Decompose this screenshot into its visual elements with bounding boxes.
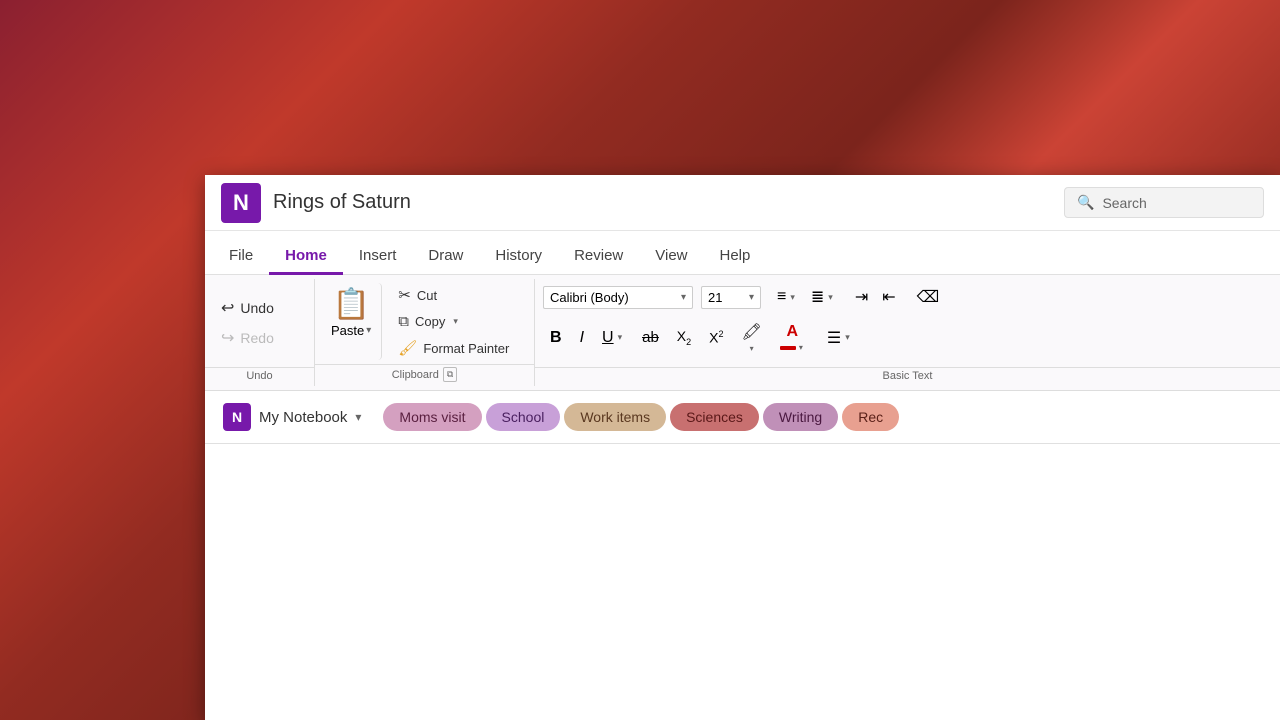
- redo-icon: ↪: [221, 328, 234, 348]
- increase-indent-button[interactable]: ⇥: [849, 283, 874, 311]
- numbered-list-arrow: ▾: [826, 292, 835, 303]
- italic-button[interactable]: I: [573, 326, 591, 350]
- italic-icon: I: [580, 329, 584, 347]
- copy-button[interactable]: ⧉ Copy ▾: [392, 310, 515, 333]
- section-tab-writing[interactable]: Writing: [763, 403, 838, 431]
- basic-text-group: Calibri (Body) ▾ 21 ▾ ≡ ▾: [535, 279, 1280, 386]
- tab-review[interactable]: Review: [558, 239, 639, 275]
- highlight-color-button[interactable]: 🖍 ▾: [735, 319, 769, 356]
- basic-text-group-label: Basic Text: [883, 370, 933, 382]
- section-tab-work-items[interactable]: Work items: [564, 403, 666, 431]
- copy-icon: ⧉: [398, 313, 409, 330]
- copy-label: Copy: [415, 314, 445, 329]
- font-color-dropdown-arrow: ▾: [797, 343, 805, 352]
- font-name-value: Calibri (Body): [550, 290, 677, 305]
- numbered-list-icon: ≣: [811, 287, 824, 307]
- alignment-dropdown-arrow: ▾: [843, 332, 852, 343]
- onenote-window: N Rings of Saturn 🔍 Search File Home Ins…: [205, 175, 1280, 720]
- highlight-icon: 🖍: [742, 322, 762, 342]
- font-color-icon: A: [787, 323, 799, 341]
- notebook-bar: N My Notebook ▾ Moms visit School Work i…: [205, 391, 1280, 444]
- font-name-select[interactable]: Calibri (Body) ▾: [543, 286, 693, 309]
- decrease-indent-button[interactable]: ⇤: [876, 283, 901, 311]
- bold-button[interactable]: B: [543, 326, 569, 350]
- section-tab-rec[interactable]: Rec: [842, 403, 899, 431]
- font-color-button[interactable]: A ▾: [773, 320, 812, 355]
- font-name-dropdown-arrow: ▾: [681, 292, 686, 303]
- bullet-list-icon: ≡: [777, 288, 786, 306]
- font-size-select[interactable]: 21 ▾: [701, 286, 761, 309]
- undo-button[interactable]: ↩ Undo: [213, 294, 282, 322]
- undo-group: ↩ Undo ↪ Redo Undo: [205, 279, 315, 386]
- paste-dropdown-arrow: ▾: [366, 325, 371, 336]
- clear-format-icon: ⌫: [917, 287, 940, 307]
- underline-icon: U: [602, 329, 614, 347]
- highlight-dropdown-arrow: ▾: [748, 344, 756, 353]
- clipboard-group: 📋 Paste ▾ ✂ Cut ⧉ Copy ▾: [315, 279, 535, 386]
- tab-home[interactable]: Home: [269, 239, 343, 275]
- paste-label: Paste: [331, 323, 364, 338]
- undo-icon: ↩: [221, 298, 234, 318]
- superscript-button[interactable]: X2: [702, 326, 730, 349]
- copy-dropdown-arrow: ▾: [451, 316, 460, 327]
- tab-history[interactable]: History: [479, 239, 558, 275]
- tab-view[interactable]: View: [639, 239, 703, 275]
- paste-icon: 📋: [332, 287, 369, 323]
- font-size-value: 21: [708, 290, 745, 305]
- notebook-icon: N: [223, 403, 251, 431]
- strikethrough-icon: ab: [642, 329, 659, 346]
- font-color-indicator: [780, 346, 796, 350]
- tab-insert[interactable]: Insert: [343, 239, 413, 275]
- tab-help[interactable]: Help: [704, 239, 767, 275]
- ribbon-tabs: File Home Insert Draw History Review Vie…: [205, 231, 1280, 275]
- format-painter-label: Format Painter: [423, 341, 509, 356]
- section-tab-moms-visit[interactable]: Moms visit: [383, 403, 481, 431]
- search-box[interactable]: 🔍 Search: [1064, 187, 1264, 218]
- alignment-button[interactable]: ☰ ▾: [820, 325, 859, 351]
- clear-format-button[interactable]: ⌫: [910, 284, 947, 310]
- undo-label: Undo: [240, 300, 273, 316]
- redo-label: Redo: [240, 330, 273, 346]
- search-icon: 🔍: [1077, 194, 1094, 211]
- notebook-dropdown-arrow: ▾: [355, 410, 361, 424]
- strikethrough-button[interactable]: ab: [635, 326, 666, 349]
- section-tab-sciences[interactable]: Sciences: [670, 403, 759, 431]
- section-tab-school[interactable]: School: [486, 403, 561, 431]
- decrease-indent-icon: ⇤: [882, 289, 895, 306]
- subscript-button[interactable]: X2: [670, 325, 698, 350]
- clipboard-expand-button[interactable]: ⧉: [443, 367, 457, 382]
- content-area[interactable]: [205, 444, 1280, 720]
- window-title: Rings of Saturn: [273, 191, 1064, 214]
- onenote-logo: N: [221, 183, 261, 223]
- bold-icon: B: [550, 329, 562, 347]
- cut-button[interactable]: ✂ Cut: [392, 283, 515, 307]
- search-label: Search: [1102, 195, 1146, 211]
- undo-group-label: Undo: [246, 370, 272, 382]
- underline-button[interactable]: U ▾: [595, 326, 631, 350]
- format-painter-icon: 🖌: [398, 339, 417, 357]
- tab-file[interactable]: File: [213, 239, 269, 275]
- cut-icon: ✂: [398, 286, 411, 304]
- paste-button[interactable]: 📋 Paste ▾: [321, 283, 382, 360]
- alignment-icon: ☰: [827, 328, 841, 348]
- ribbon: ↩ Undo ↪ Redo Undo 📋 Paste: [205, 275, 1280, 391]
- font-size-dropdown-arrow: ▾: [749, 292, 754, 303]
- bullet-list-arrow: ▾: [788, 292, 797, 303]
- format-painter-button[interactable]: 🖌 Format Painter: [392, 336, 515, 360]
- clipboard-group-label: Clipboard: [392, 369, 439, 381]
- title-bar: N Rings of Saturn 🔍 Search: [205, 175, 1280, 231]
- cut-label: Cut: [417, 288, 437, 303]
- clipboard-right: ✂ Cut ⧉ Copy ▾ 🖌 Format Painter: [392, 283, 515, 360]
- increase-indent-icon: ⇥: [855, 289, 868, 306]
- bullet-list-button[interactable]: ≡ ▾: [771, 283, 803, 311]
- numbered-list-button[interactable]: ≣ ▾: [805, 283, 841, 311]
- superscript-icon: X2: [709, 329, 723, 346]
- notebook-name: My Notebook: [259, 409, 347, 426]
- notebook-selector[interactable]: N My Notebook ▾: [213, 397, 371, 437]
- redo-button[interactable]: ↪ Redo: [213, 324, 282, 352]
- subscript-icon: X2: [677, 328, 691, 347]
- underline-dropdown-arrow: ▾: [616, 332, 625, 343]
- tab-draw[interactable]: Draw: [412, 239, 479, 275]
